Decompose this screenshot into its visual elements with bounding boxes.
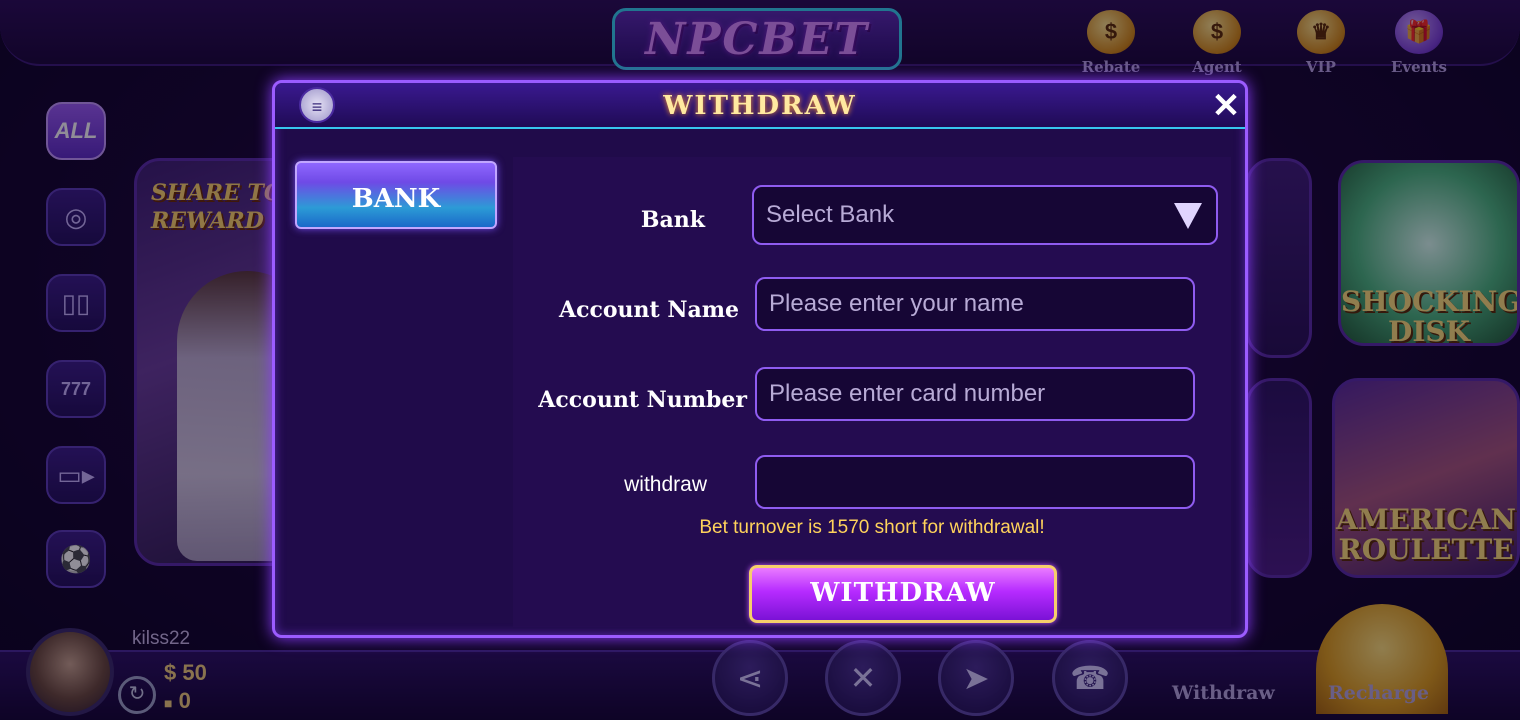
bank-select-value: Select Bank [766, 201, 895, 228]
withdraw-dialog: ≡ WITHDRAW ✕ BANK Bank Select Bank Accou… [272, 80, 1248, 638]
bank-select[interactable]: Select Bank [752, 185, 1218, 245]
dialog-title: WITHDRAW [663, 91, 857, 121]
withdraw-amount-label: withdraw [624, 473, 707, 496]
bank-label: Bank [640, 207, 705, 233]
turnover-warning: Bet turnover is 1570 short for withdrawa… [699, 517, 1045, 538]
account-number-field[interactable] [755, 367, 1195, 421]
withdraw-submit-button[interactable]: WITHDRAW [749, 565, 1057, 623]
account-number-label: Account Number [538, 387, 747, 413]
account-name-field[interactable] [755, 277, 1195, 331]
dropdown-arrow-icon[interactable] [1174, 203, 1202, 229]
tab-bank[interactable]: BANK [295, 161, 497, 229]
account-name-label: Account Name [559, 297, 739, 323]
withdraw-amount-field[interactable] [755, 455, 1195, 509]
close-icon[interactable]: ✕ [1209, 89, 1243, 123]
